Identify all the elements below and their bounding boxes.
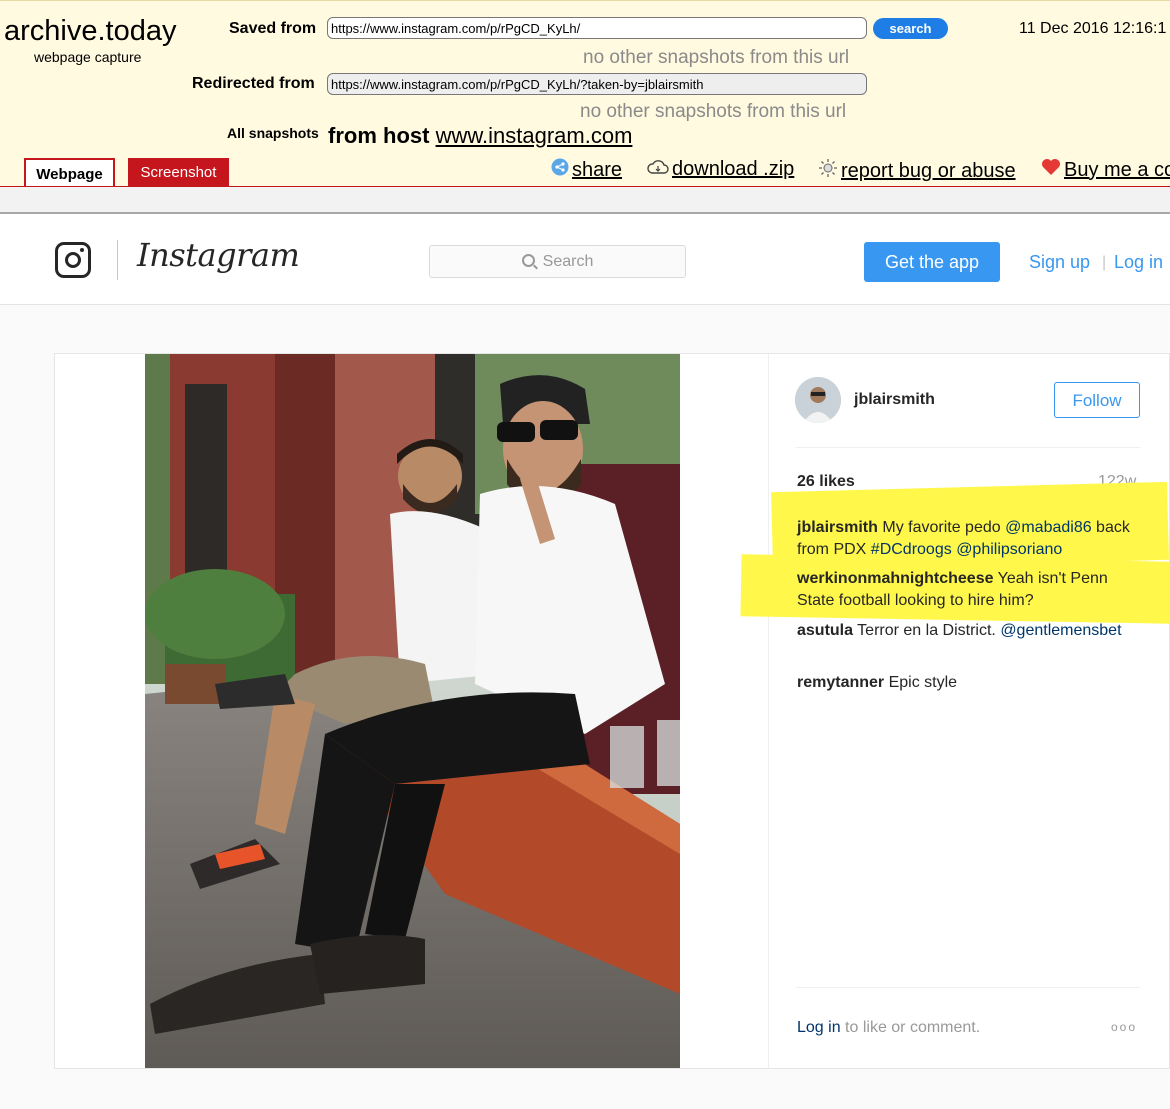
- avatar[interactable]: [795, 377, 841, 423]
- search-placeholder: Search: [542, 252, 594, 270]
- host-line: from host www.instagram.com: [328, 123, 632, 149]
- hashtag-link[interactable]: #DCdroogs: [871, 541, 952, 558]
- avatar-image: [795, 377, 841, 423]
- mention-link[interactable]: @philipsoriano: [956, 541, 1062, 558]
- no-snapshots-text-1: no other snapshots from this url: [583, 47, 850, 68]
- no-snapshots-text-2: no other snapshots from this url: [580, 101, 847, 122]
- post-side-divider: [768, 354, 769, 1068]
- login-prompt: Log in to like or comment.: [797, 1019, 980, 1037]
- archive-logo[interactable]: archive.today: [4, 15, 177, 48]
- share-link[interactable]: share: [551, 158, 622, 182]
- redirected-url-input[interactable]: https://www.instagram.com/p/rPgCD_KyLh/?…: [327, 73, 867, 95]
- redirected-from-label: Redirected from: [192, 75, 315, 92]
- report-label: report bug or abuse: [841, 159, 1016, 182]
- mention-link[interactable]: @gentlemensbet: [1000, 622, 1121, 639]
- search-input[interactable]: Search: [429, 245, 686, 278]
- comment-3: asutula Terror en la District. @gentleme…: [797, 620, 1142, 642]
- nav-divider: |: [1102, 254, 1107, 271]
- instagram-wordmark[interactable]: Instagram: [137, 236, 300, 274]
- logo-separator: [117, 240, 118, 280]
- footer-separator: [796, 987, 1140, 988]
- comment-text: My favorite pedo: [882, 519, 1006, 536]
- header-separator: [796, 447, 1140, 448]
- host-link[interactable]: www.instagram.com: [436, 123, 633, 148]
- instagram-camera-icon[interactable]: [55, 242, 91, 278]
- from-host-label: from host: [328, 123, 430, 148]
- tab-screenshot[interactable]: Screenshot: [128, 158, 229, 186]
- search-icon: [521, 254, 535, 267]
- post-photo[interactable]: [145, 354, 680, 1068]
- login-to-comment-link[interactable]: Log in: [797, 1019, 841, 1036]
- comment-text: Epic style: [888, 674, 958, 691]
- cloud-download-icon: [647, 158, 669, 181]
- comment-user[interactable]: remytanner: [797, 674, 884, 691]
- comment-4: remytanner Epic style: [797, 672, 1142, 694]
- download-link[interactable]: download .zip: [647, 158, 794, 181]
- bug-light-icon: [818, 158, 838, 184]
- mention-link[interactable]: @mabadi86: [1005, 519, 1092, 536]
- capture-gap: [0, 187, 1170, 215]
- saved-from-label: Saved from: [229, 20, 317, 37]
- login-prompt-text: to like or comment.: [840, 1019, 981, 1036]
- comment-text: Terror en la District.: [857, 622, 1001, 639]
- all-snapshots-label: All snapshots: [227, 125, 319, 141]
- comment-2: werkinonmahnightcheese Yeah isn't Penn S…: [797, 568, 1142, 612]
- post-username[interactable]: jblairsmith: [854, 391, 935, 409]
- share-icon: [551, 158, 569, 182]
- tab-webpage[interactable]: Webpage: [24, 158, 115, 188]
- comment-user[interactable]: werkinonmahnightcheese: [797, 570, 994, 587]
- photo-illustration: [145, 354, 680, 1068]
- archive-subtitle: webpage capture: [34, 49, 142, 65]
- download-label: download .zip: [672, 158, 795, 180]
- log-in-link[interactable]: Log in: [1114, 252, 1163, 273]
- saved-url-input[interactable]: https://www.instagram.com/p/rPgCD_KyLh/: [327, 17, 867, 39]
- comment-user[interactable]: asutula: [797, 622, 853, 639]
- comment-1: jblairsmith My favorite pedo @mabadi86 b…: [797, 517, 1142, 561]
- archive-header: archive.today webpage capture Saved from…: [0, 0, 1170, 188]
- follow-button[interactable]: Follow: [1054, 382, 1140, 418]
- comment-user[interactable]: jblairsmith: [797, 519, 878, 536]
- donate-link[interactable]: Buy me a co: [1041, 158, 1170, 182]
- heart-icon: [1041, 158, 1061, 182]
- search-button[interactable]: search: [873, 18, 948, 39]
- more-options-icon[interactable]: ooo: [1111, 1020, 1137, 1034]
- sign-up-link[interactable]: Sign up: [1029, 252, 1090, 273]
- donate-label: Buy me a co: [1064, 158, 1170, 181]
- likes-count[interactable]: 26 likes: [797, 473, 855, 491]
- share-label: share: [572, 158, 623, 181]
- get-the-app-button[interactable]: Get the app: [864, 242, 1000, 282]
- report-link[interactable]: report bug or abuse: [818, 158, 1016, 184]
- capture-date: 11 Dec 2016 12:16:1: [1019, 20, 1167, 37]
